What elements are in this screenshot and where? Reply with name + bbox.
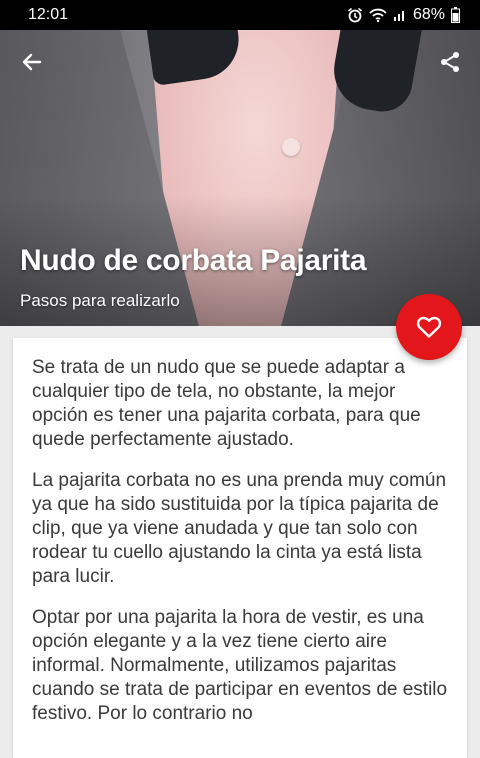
page-title: Nudo de corbata Pajarita — [20, 244, 367, 277]
signal-icon — [393, 11, 404, 21]
status-icons: 68% — [347, 6, 460, 24]
page-subtitle: Pasos para realizarlo — [20, 291, 180, 310]
header-image — [0, 30, 480, 326]
status-time: 12:01 — [28, 6, 69, 23]
favorite-button[interactable] — [396, 294, 462, 360]
battery-percentage: 68% — [412, 6, 445, 23]
back-button[interactable] — [16, 46, 48, 78]
status-bar: 12:01 68% — [0, 0, 480, 30]
wifi-icon — [369, 8, 387, 23]
battery-icon — [451, 7, 460, 23]
paragraph: Optar por una pajarita la hora de vestir… — [32, 607, 448, 724]
heart-outline-icon — [416, 316, 442, 338]
content-card: Se trata de un nudo que se puede adaptar… — [13, 338, 467, 758]
share-button[interactable] — [434, 46, 466, 78]
paragraph: Se trata de un nudo que se puede adaptar… — [32, 357, 421, 450]
alarm-icon — [347, 7, 362, 23]
arrow-left-icon — [22, 53, 42, 71]
share-icon — [441, 52, 459, 72]
paragraph: La pajarita corbata no es una prenda muy… — [32, 470, 447, 587]
